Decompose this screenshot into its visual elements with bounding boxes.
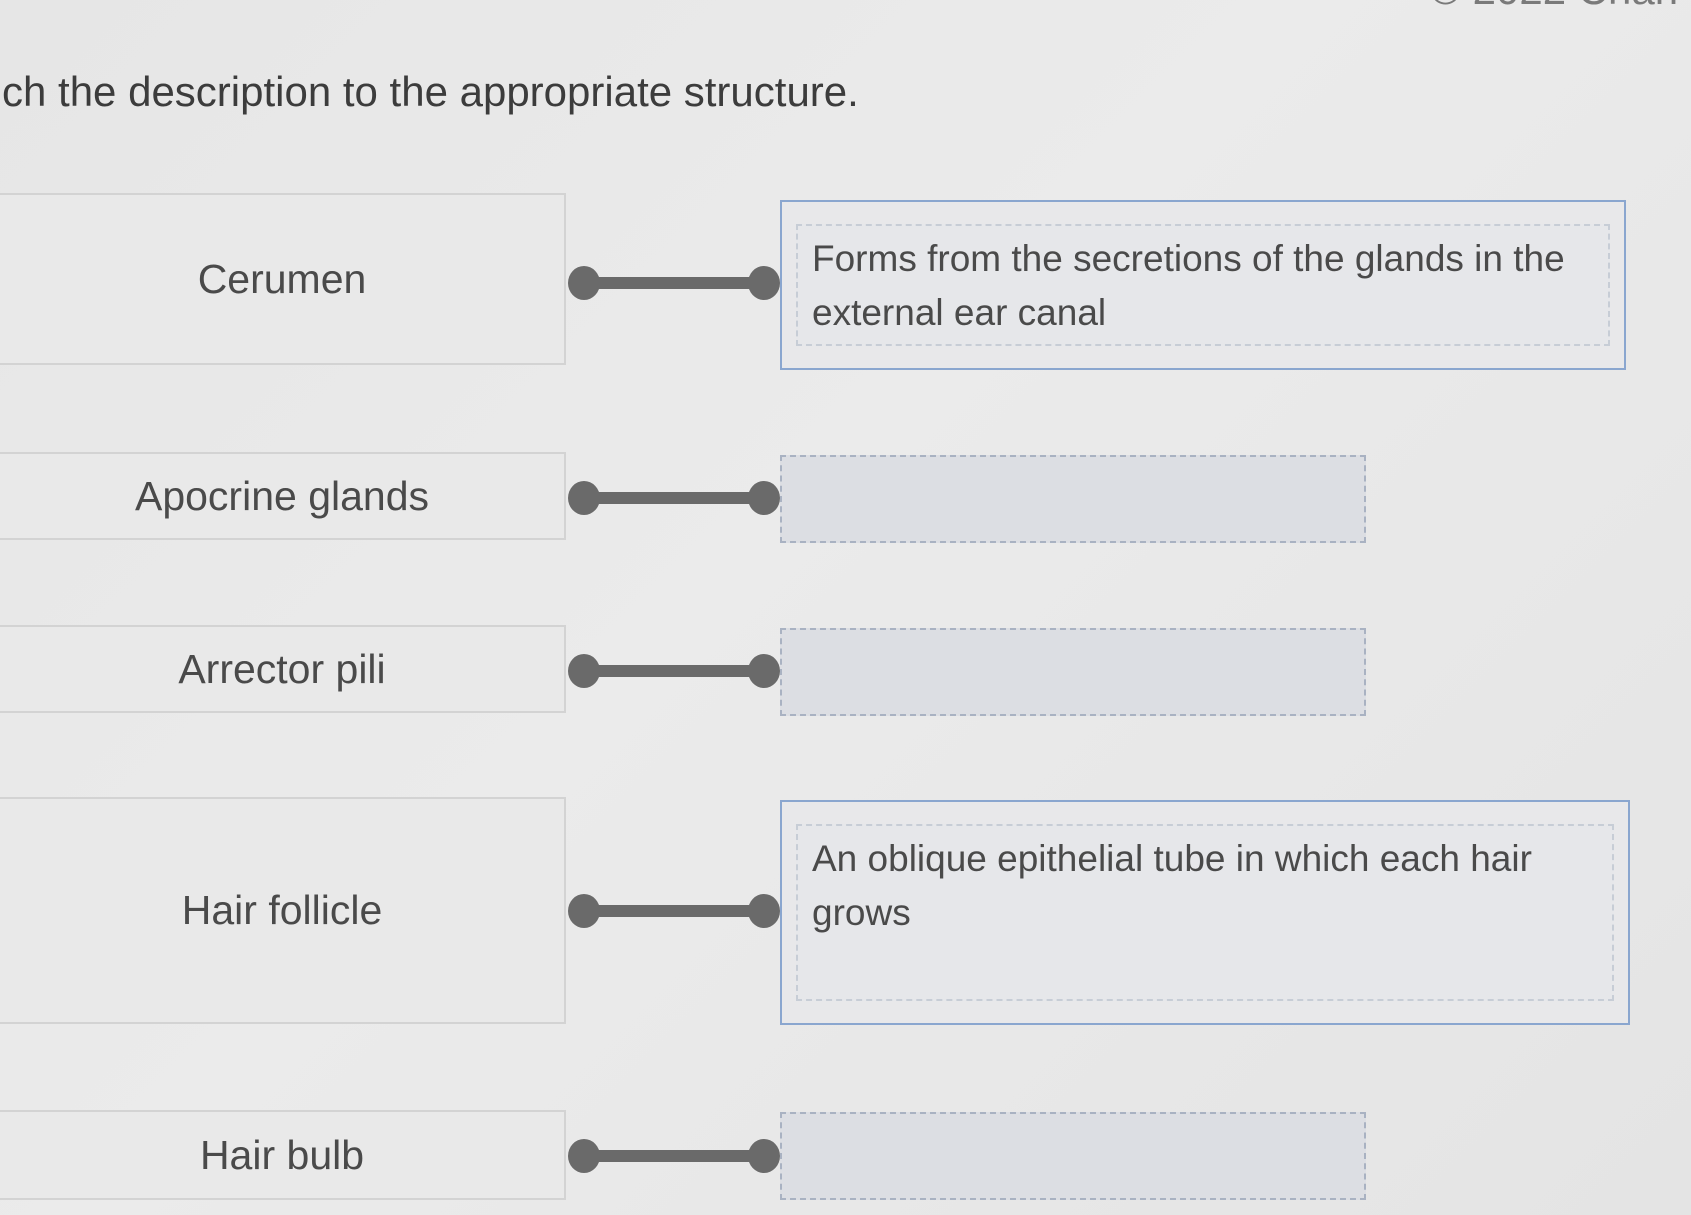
connector-line — [584, 665, 764, 677]
connector-end-dot — [748, 266, 780, 300]
connector-end-dot — [748, 894, 780, 928]
term-card-hair-bulb[interactable]: Hair bulb — [0, 1110, 566, 1200]
connector-end-dot — [748, 1139, 780, 1173]
connector-line — [584, 1150, 764, 1162]
answer-slot-apocrine-glands[interactable] — [780, 455, 1366, 543]
term-card-cerumen[interactable]: Cerumen — [0, 193, 566, 365]
connector-end-dot — [748, 654, 780, 688]
answer-slot-arrector-pili[interactable] — [780, 628, 1366, 716]
term-label: Hair bulb — [199, 1131, 365, 1178]
connector-arrector-pili — [568, 653, 780, 689]
term-card-arrector-pili[interactable]: Arrector pili — [0, 625, 566, 713]
dropped-answer-text[interactable]: An oblique epithelial tube in which each… — [812, 832, 1598, 940]
connector-line — [584, 905, 764, 917]
connector-apocrine-glands — [568, 480, 780, 516]
connector-cerumen — [568, 265, 780, 301]
term-label: Arrector pili — [178, 645, 386, 692]
dropped-answer-text[interactable]: Forms from the secretions of the glands … — [812, 232, 1594, 340]
term-card-hair-follicle[interactable]: Hair follicle — [0, 797, 566, 1024]
connector-end-dot — [748, 481, 780, 515]
connector-hair-follicle — [568, 893, 780, 929]
answer-slot-cerumen[interactable]: Forms from the secretions of the glands … — [780, 200, 1626, 370]
connector-line — [584, 277, 764, 289]
term-card-apocrine-glands[interactable]: Apocrine glands — [0, 452, 566, 540]
instruction-text: ch the description to the appropriate st… — [2, 68, 859, 115]
term-label: Cerumen — [197, 255, 367, 302]
term-label: Apocrine glands — [134, 472, 430, 519]
connector-hair-bulb — [568, 1138, 780, 1174]
copyright-fragment: © 2022 Chan — [1430, 0, 1678, 14]
answer-slot-hair-bulb[interactable] — [780, 1112, 1366, 1200]
answer-slot-hair-follicle[interactable]: An oblique epithelial tube in which each… — [780, 800, 1630, 1025]
connector-line — [584, 492, 764, 504]
term-label: Hair follicle — [181, 887, 383, 933]
